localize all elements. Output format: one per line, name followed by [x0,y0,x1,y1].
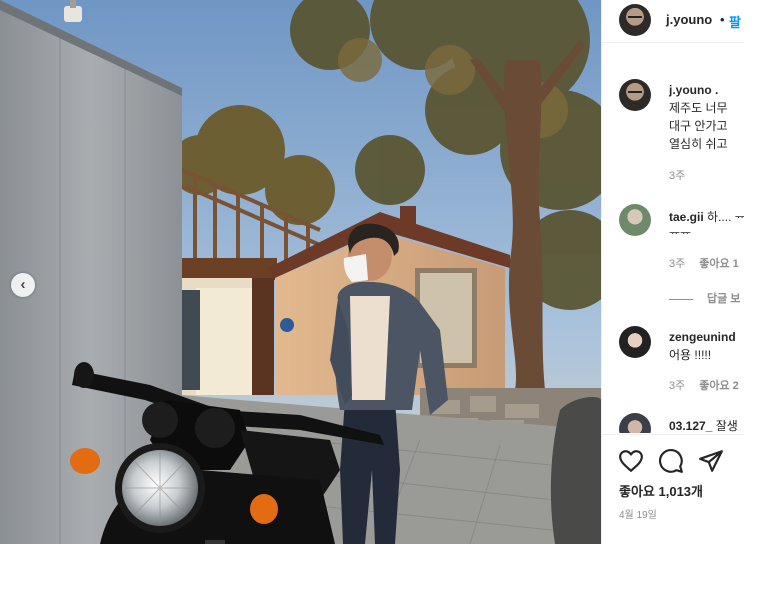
comment-time[interactable]: 3주 [669,258,685,270]
comment-text-line: ᅲᅲ [669,226,692,240]
author-username[interactable]: j.youno [666,12,712,27]
heart-icon[interactable] [618,448,644,474]
comment-text-line: 대구 안가고 [669,119,728,133]
view-replies-button[interactable]: 답글 보 [669,290,740,306]
author-avatar[interactable] [619,79,651,111]
comment-username[interactable]: j.youno . [669,83,718,97]
header-separator: • [720,12,725,27]
comment-text-line: 열심히 쉬고 [669,137,728,151]
comment-text-line: 제주도 너무 [669,101,728,115]
post-date[interactable]: 4월 19일 [619,506,657,521]
commenter-avatar[interactable] [619,204,651,236]
comment-username[interactable]: 03.127_ 잘생 [669,417,738,433]
comment-time[interactable]: 3주 [669,167,685,183]
commenter-avatar[interactable] [619,326,651,358]
likes-count[interactable]: 좋아요 1,013개 [619,481,703,500]
comment-icon[interactable] [658,448,684,474]
comment-list[interactable]: j.youno . 제주도 너무 대구 안가고 열심히 쉬고 3주 tae.gi… [602,43,744,433]
comment-likes[interactable]: 좋아요 2 [699,380,739,392]
author-avatar[interactable] [619,4,651,36]
paper-plane-icon[interactable] [698,448,724,474]
comment-username[interactable]: tae.gii 하.... ᅲ [669,208,744,225]
post-photo[interactable]: ‹ [0,0,601,544]
comment-text-line: 어용 !!!!! [669,348,712,362]
comment-username[interactable]: zengeunind [669,330,736,344]
post-sidebar: j.youno • 팔 j.youno . 제주도 너무 대구 안가고 열심히 … [601,0,744,544]
comment-meta: 3주 좋아요 1 [669,255,739,271]
comment-meta: 3주 좋아요 2 [669,377,739,393]
chevron-left-icon: ‹ [20,275,26,293]
commenter-avatar[interactable] [619,413,651,433]
photo-scene [0,0,601,544]
comment-likes[interactable]: 좋아요 1 [699,258,739,270]
carousel-prev-button[interactable]: ‹ [11,273,35,297]
post-header: j.youno • 팔 [602,0,744,43]
follow-button[interactable]: 팔 [729,12,741,31]
comment-time[interactable]: 3주 [669,380,685,392]
